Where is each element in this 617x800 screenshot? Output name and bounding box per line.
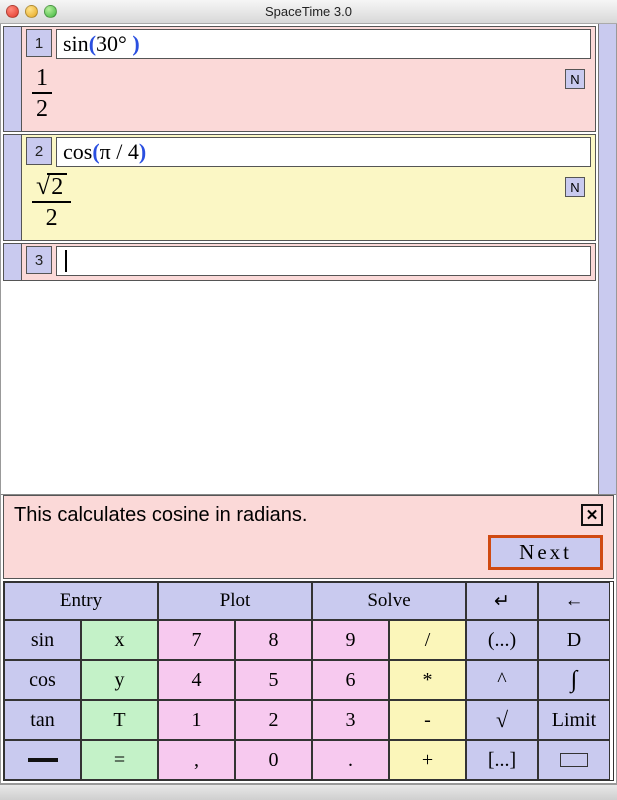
keypad-backspace[interactable] <box>538 582 610 620</box>
keypad-tab-plot[interactable]: Plot <box>158 582 312 620</box>
key-int[interactable] <box>538 660 610 700</box>
key-7[interactable]: 7 <box>158 620 235 660</box>
window-titlebar: SpaceTime 3.0 <box>0 0 617 24</box>
key-[interactable]: = <box>81 740 158 780</box>
cell-handle[interactable] <box>4 135 22 240</box>
key-[interactable]: . <box>312 740 389 780</box>
key-3[interactable]: 3 <box>312 700 389 740</box>
hint-panel: This calculates cosine in radians. ✕ Nex… <box>3 495 614 579</box>
key-rect[interactable] <box>538 740 610 780</box>
line-number: 3 <box>26 246 52 274</box>
worksheet-cell: 3 <box>3 243 596 281</box>
worksheet-scrollbar[interactable] <box>598 24 616 494</box>
hint-next-button[interactable]: Next <box>488 535 603 570</box>
result-output: 12 <box>32 65 52 121</box>
key-[interactable]: + <box>389 740 466 780</box>
key-limit[interactable]: Limit <box>538 700 610 740</box>
key-tan[interactable]: tan <box>4 700 81 740</box>
window-statusbar <box>0 784 617 800</box>
key-underline[interactable] <box>4 740 81 780</box>
enter-icon <box>494 590 510 613</box>
back-icon <box>565 590 584 612</box>
underline-icon <box>28 758 58 762</box>
key-[interactable]: / <box>389 620 466 660</box>
key-t[interactable]: T <box>81 700 158 740</box>
key-[interactable]: * <box>389 660 466 700</box>
key-sqrt[interactable] <box>466 700 538 740</box>
key-cos[interactable]: cos <box>4 660 81 700</box>
key-[interactable]: - <box>389 700 466 740</box>
hint-close-button[interactable]: ✕ <box>581 504 603 526</box>
expression-input[interactable]: sin(30° ) <box>56 29 591 59</box>
key-[interactable]: [...] <box>466 740 538 780</box>
key-[interactable]: (...) <box>466 620 538 660</box>
expression-input[interactable]: cos(π / 4) <box>56 137 591 167</box>
key-8[interactable]: 8 <box>235 620 312 660</box>
key-5[interactable]: 5 <box>235 660 312 700</box>
numeric-badge[interactable]: N <box>565 69 585 89</box>
cell-handle[interactable] <box>4 244 22 280</box>
key-[interactable]: ^ <box>466 660 538 700</box>
expression-input[interactable] <box>56 246 591 276</box>
keypad-enter[interactable] <box>466 582 538 620</box>
key-4[interactable]: 4 <box>158 660 235 700</box>
cell-handle[interactable] <box>4 27 22 131</box>
numeric-badge[interactable]: N <box>565 177 585 197</box>
worksheet-cell: 2cos(π / 4) √22 N <box>3 134 596 241</box>
rect-icon <box>560 753 588 767</box>
key-sin[interactable]: sin <box>4 620 81 660</box>
key-2[interactable]: 2 <box>235 700 312 740</box>
key-x[interactable]: x <box>81 620 158 660</box>
key-1[interactable]: 1 <box>158 700 235 740</box>
result-output: √22 <box>32 173 71 230</box>
line-number: 2 <box>26 137 52 165</box>
hint-text: This calculates cosine in radians. <box>14 504 307 527</box>
keypad-tab-entry[interactable]: Entry <box>4 582 158 620</box>
key-y[interactable]: y <box>81 660 158 700</box>
key-0[interactable]: 0 <box>235 740 312 780</box>
line-number: 1 <box>26 29 52 57</box>
keypad: EntryPlotSolve sinx789/(...)Dcosy456*^ ta… <box>3 581 614 781</box>
worksheet-blank-area[interactable] <box>3 283 596 492</box>
key-d[interactable]: D <box>538 620 610 660</box>
int-icon <box>571 667 578 694</box>
worksheet-cell: 1sin(30° )12 N <box>3 26 596 132</box>
key-[interactable]: , <box>158 740 235 780</box>
key-6[interactable]: 6 <box>312 660 389 700</box>
window-title: SpaceTime 3.0 <box>0 4 617 19</box>
key-9[interactable]: 9 <box>312 620 389 660</box>
sqrt-icon <box>496 707 508 733</box>
keypad-tab-solve[interactable]: Solve <box>312 582 466 620</box>
